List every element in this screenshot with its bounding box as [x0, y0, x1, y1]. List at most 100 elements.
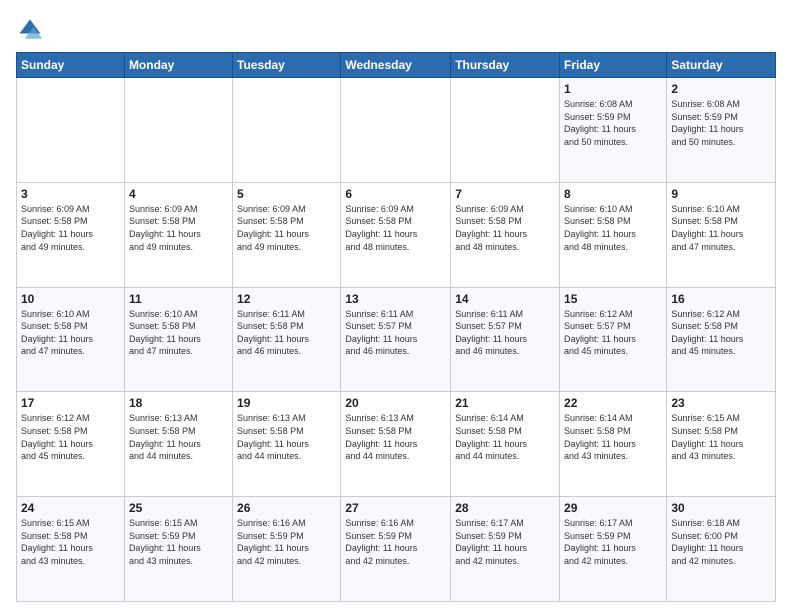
calendar: SundayMondayTuesdayWednesdayThursdayFrid…: [16, 52, 776, 602]
calendar-cell: 19 Sunrise: 6:13 AM Sunset: 5:58 PM Dayli…: [233, 392, 341, 497]
calendar-cell: 9 Sunrise: 6:10 AM Sunset: 5:58 PM Daylig…: [667, 182, 776, 287]
day-number: 2: [671, 82, 771, 96]
day-info: Sunrise: 6:13 AM Sunset: 5:58 PM Dayligh…: [237, 412, 336, 462]
day-info: Sunrise: 6:15 AM Sunset: 5:58 PM Dayligh…: [21, 517, 120, 567]
day-number: 16: [671, 292, 771, 306]
calendar-cell: 1 Sunrise: 6:08 AM Sunset: 5:59 PM Daylig…: [560, 78, 667, 183]
day-info: Sunrise: 6:09 AM Sunset: 5:58 PM Dayligh…: [237, 203, 336, 253]
calendar-cell: 14 Sunrise: 6:11 AM Sunset: 5:57 PM Dayli…: [451, 287, 560, 392]
day-number: 24: [21, 501, 120, 515]
day-number: 20: [345, 396, 446, 410]
calendar-cell: 11 Sunrise: 6:10 AM Sunset: 5:58 PM Dayli…: [124, 287, 232, 392]
day-number: 10: [21, 292, 120, 306]
weekday-header-saturday: Saturday: [667, 53, 776, 78]
day-number: 25: [129, 501, 228, 515]
calendar-cell: [17, 78, 125, 183]
day-info: Sunrise: 6:09 AM Sunset: 5:58 PM Dayligh…: [129, 203, 228, 253]
day-number: 21: [455, 396, 555, 410]
day-info: Sunrise: 6:10 AM Sunset: 5:58 PM Dayligh…: [129, 308, 228, 358]
day-info: Sunrise: 6:17 AM Sunset: 5:59 PM Dayligh…: [455, 517, 555, 567]
week-row-4: 24 Sunrise: 6:15 AM Sunset: 5:58 PM Dayli…: [17, 497, 776, 602]
day-info: Sunrise: 6:12 AM Sunset: 5:58 PM Dayligh…: [671, 308, 771, 358]
calendar-cell: 7 Sunrise: 6:09 AM Sunset: 5:58 PM Daylig…: [451, 182, 560, 287]
day-info: Sunrise: 6:13 AM Sunset: 5:58 PM Dayligh…: [345, 412, 446, 462]
day-number: 15: [564, 292, 662, 306]
day-info: Sunrise: 6:11 AM Sunset: 5:58 PM Dayligh…: [237, 308, 336, 358]
week-row-1: 3 Sunrise: 6:09 AM Sunset: 5:58 PM Daylig…: [17, 182, 776, 287]
calendar-cell: 25 Sunrise: 6:15 AM Sunset: 5:59 PM Dayli…: [124, 497, 232, 602]
day-number: 1: [564, 82, 662, 96]
calendar-table: SundayMondayTuesdayWednesdayThursdayFrid…: [16, 52, 776, 602]
day-info: Sunrise: 6:10 AM Sunset: 5:58 PM Dayligh…: [671, 203, 771, 253]
day-info: Sunrise: 6:15 AM Sunset: 5:59 PM Dayligh…: [129, 517, 228, 567]
day-number: 18: [129, 396, 228, 410]
day-info: Sunrise: 6:12 AM Sunset: 5:57 PM Dayligh…: [564, 308, 662, 358]
day-info: Sunrise: 6:16 AM Sunset: 5:59 PM Dayligh…: [345, 517, 446, 567]
calendar-cell: 10 Sunrise: 6:10 AM Sunset: 5:58 PM Dayli…: [17, 287, 125, 392]
day-number: 5: [237, 187, 336, 201]
calendar-cell: 28 Sunrise: 6:17 AM Sunset: 5:59 PM Dayli…: [451, 497, 560, 602]
day-info: Sunrise: 6:08 AM Sunset: 5:59 PM Dayligh…: [671, 98, 771, 148]
calendar-cell: 2 Sunrise: 6:08 AM Sunset: 5:59 PM Daylig…: [667, 78, 776, 183]
calendar-cell: [451, 78, 560, 183]
calendar-cell: [124, 78, 232, 183]
day-info: Sunrise: 6:09 AM Sunset: 5:58 PM Dayligh…: [345, 203, 446, 253]
calendar-cell: 21Sunrise: 6:14 AM Sunset: 5:58 PM Dayli…: [451, 392, 560, 497]
calendar-cell: 17 Sunrise: 6:12 AM Sunset: 5:58 PM Dayli…: [17, 392, 125, 497]
day-info: Sunrise: 6:10 AM Sunset: 5:58 PM Dayligh…: [21, 308, 120, 358]
day-number: 9: [671, 187, 771, 201]
day-info: Sunrise: 6:18 AM Sunset: 6:00 PM Dayligh…: [671, 517, 771, 567]
calendar-cell: 29 Sunrise: 6:17 AM Sunset: 5:59 PM Dayli…: [560, 497, 667, 602]
day-number: 7: [455, 187, 555, 201]
day-info: Sunrise: 6:13 AM Sunset: 5:58 PM Dayligh…: [129, 412, 228, 462]
day-info: Sunrise: 6:11 AM Sunset: 5:57 PM Dayligh…: [345, 308, 446, 358]
day-info: Sunrise: 6:17 AM Sunset: 5:59 PM Dayligh…: [564, 517, 662, 567]
calendar-cell: 5 Sunrise: 6:09 AM Sunset: 5:58 PM Daylig…: [233, 182, 341, 287]
day-info: Sunrise: 6:11 AM Sunset: 5:57 PM Dayligh…: [455, 308, 555, 358]
calendar-cell: 13 Sunrise: 6:11 AM Sunset: 5:57 PM Dayli…: [341, 287, 451, 392]
weekday-header-thursday: Thursday: [451, 53, 560, 78]
day-number: 12: [237, 292, 336, 306]
page: SundayMondayTuesdayWednesdayThursdayFrid…: [0, 0, 792, 612]
day-info: Sunrise: 6:09 AM Sunset: 5:58 PM Dayligh…: [455, 203, 555, 253]
weekday-header-wednesday: Wednesday: [341, 53, 451, 78]
day-number: 26: [237, 501, 336, 515]
day-number: 17: [21, 396, 120, 410]
calendar-cell: 8 Sunrise: 6:10 AM Sunset: 5:58 PM Daylig…: [560, 182, 667, 287]
day-number: 22: [564, 396, 662, 410]
day-number: 6: [345, 187, 446, 201]
day-number: 4: [129, 187, 228, 201]
day-number: 23: [671, 396, 771, 410]
calendar-cell: 4 Sunrise: 6:09 AM Sunset: 5:58 PM Daylig…: [124, 182, 232, 287]
day-number: 11: [129, 292, 228, 306]
calendar-cell: 6 Sunrise: 6:09 AM Sunset: 5:58 PM Daylig…: [341, 182, 451, 287]
logo-icon: [16, 16, 44, 44]
day-info: Sunrise: 6:08 AM Sunset: 5:59 PM Dayligh…: [564, 98, 662, 148]
day-info: Sunrise: 6:10 AM Sunset: 5:58 PM Dayligh…: [564, 203, 662, 253]
day-number: 3: [21, 187, 120, 201]
day-info: Sunrise: 6:09 AM Sunset: 5:58 PM Dayligh…: [21, 203, 120, 253]
calendar-cell: 23Sunrise: 6:15 AM Sunset: 5:58 PM Dayli…: [667, 392, 776, 497]
week-row-0: 1 Sunrise: 6:08 AM Sunset: 5:59 PM Daylig…: [17, 78, 776, 183]
day-number: 19: [237, 396, 336, 410]
calendar-cell: 24 Sunrise: 6:15 AM Sunset: 5:58 PM Dayli…: [17, 497, 125, 602]
day-info: Sunrise: 6:12 AM Sunset: 5:58 PM Dayligh…: [21, 412, 120, 462]
day-number: 14: [455, 292, 555, 306]
calendar-cell: 3 Sunrise: 6:09 AM Sunset: 5:58 PM Daylig…: [17, 182, 125, 287]
header: [16, 16, 776, 44]
week-row-2: 10 Sunrise: 6:10 AM Sunset: 5:58 PM Dayli…: [17, 287, 776, 392]
calendar-cell: 16 Sunrise: 6:12 AM Sunset: 5:58 PM Dayli…: [667, 287, 776, 392]
day-number: 29: [564, 501, 662, 515]
calendar-cell: 30 Sunrise: 6:18 AM Sunset: 6:00 PM Dayli…: [667, 497, 776, 602]
calendar-cell: 22Sunrise: 6:14 AM Sunset: 5:58 PM Dayli…: [560, 392, 667, 497]
weekday-header-monday: Monday: [124, 53, 232, 78]
calendar-cell: 18 Sunrise: 6:13 AM Sunset: 5:58 PM Dayli…: [124, 392, 232, 497]
day-number: 13: [345, 292, 446, 306]
day-info: Sunrise: 6:16 AM Sunset: 5:59 PM Dayligh…: [237, 517, 336, 567]
calendar-cell: 12 Sunrise: 6:11 AM Sunset: 5:58 PM Dayli…: [233, 287, 341, 392]
day-number: 8: [564, 187, 662, 201]
weekday-header-row: SundayMondayTuesdayWednesdayThursdayFrid…: [17, 53, 776, 78]
calendar-cell: 26 Sunrise: 6:16 AM Sunset: 5:59 PM Dayli…: [233, 497, 341, 602]
day-number: 28: [455, 501, 555, 515]
day-number: 30: [671, 501, 771, 515]
